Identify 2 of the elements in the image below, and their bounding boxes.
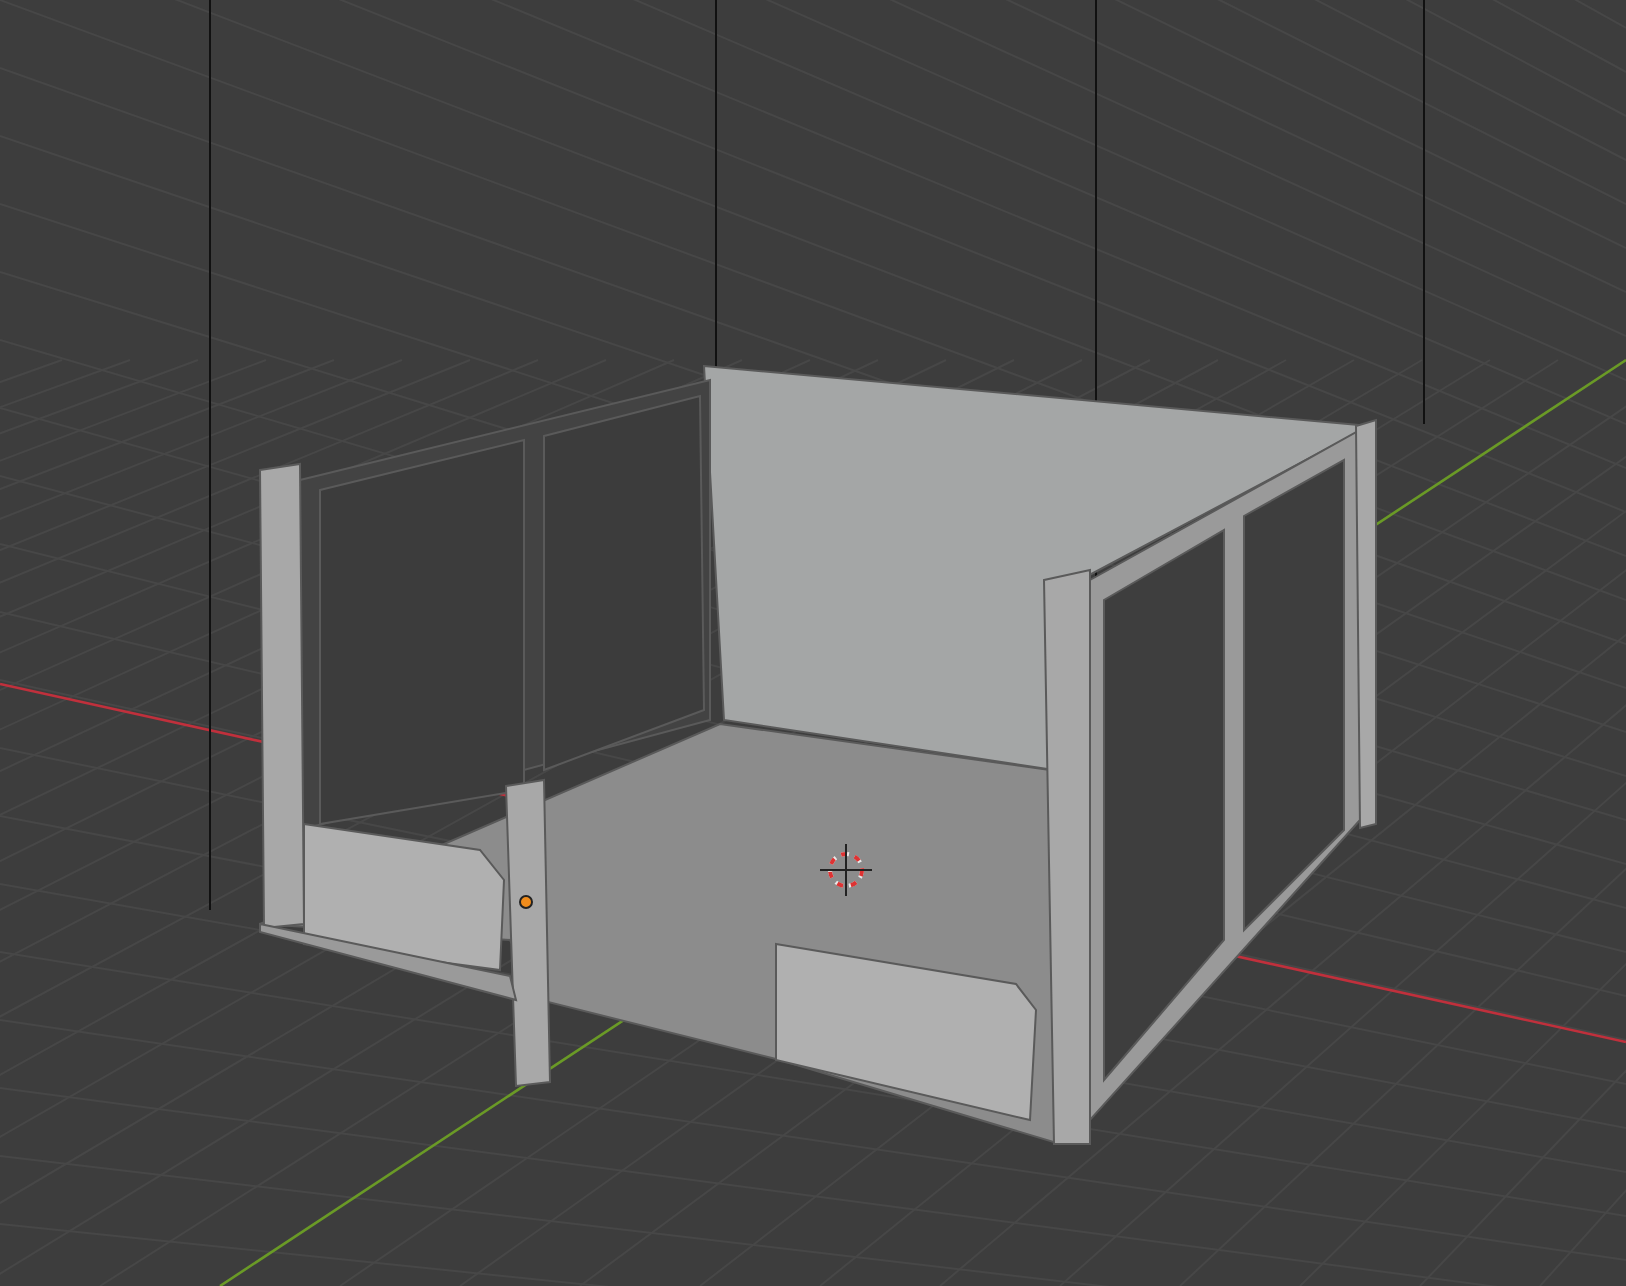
viewport-background[interactable] bbox=[0, 0, 1626, 1286]
3d-cursor-icon[interactable] bbox=[819, 843, 873, 897]
